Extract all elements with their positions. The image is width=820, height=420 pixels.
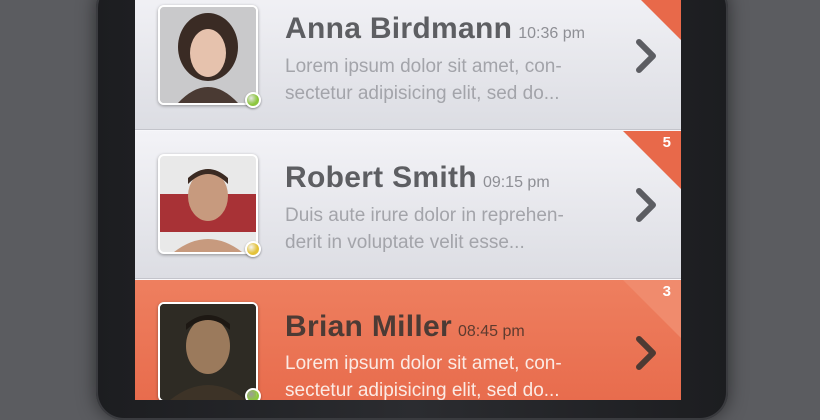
message-time: 10:36 pm	[518, 25, 585, 42]
unread-count: 5	[662, 134, 671, 151]
contact-name: Robert Smith 09:15 pm	[285, 161, 550, 194]
avatar[interactable]	[158, 154, 258, 254]
message-preview: Lorem ipsum dolor sit amet, con- sectetu…	[285, 353, 562, 400]
message-list: Anna Birdmann 10:36 pm Lorem ipsum dolor …	[135, 0, 681, 400]
message-preview: Duis aute irure dolor in reprehen- derit…	[285, 205, 564, 253]
avatar-photo	[160, 304, 256, 400]
online-status-indicator	[245, 92, 261, 108]
unread-badge	[623, 0, 681, 40]
contact-name: Anna Birdmann 10:36 pm	[285, 12, 585, 45]
message-row-anna[interactable]: Anna Birdmann 10:36 pm Lorem ipsum dolor …	[135, 0, 681, 130]
message-row-brian[interactable]: Brian Miller 08:45 pm Lorem ipsum dolor s…	[135, 280, 681, 400]
chevron-right-icon[interactable]	[633, 335, 661, 371]
away-status-indicator	[245, 241, 261, 257]
message-time: 08:45 pm	[457, 323, 525, 340]
avatar-photo	[160, 156, 256, 252]
unread-count: 6	[663, 0, 671, 2]
avatar[interactable]	[158, 5, 258, 105]
online-status-indicator	[245, 388, 261, 400]
contact-name: Brian Miller 08:45 pm	[285, 310, 525, 343]
message-preview: Lorem ipsum dolor sit amet, con- sectetu…	[285, 56, 562, 104]
chevron-right-icon[interactable]	[633, 38, 661, 74]
unread-badge	[623, 131, 681, 189]
message-row-robert[interactable]: Robert Smith 09:15 pm Duis aute irure dol…	[135, 131, 681, 279]
avatar-photo	[160, 7, 256, 103]
chevron-right-icon[interactable]	[633, 187, 661, 223]
avatar[interactable]	[158, 302, 258, 400]
unread-badge	[623, 280, 681, 338]
unread-count: 3	[662, 283, 671, 300]
message-time: 09:15 pm	[482, 174, 550, 191]
